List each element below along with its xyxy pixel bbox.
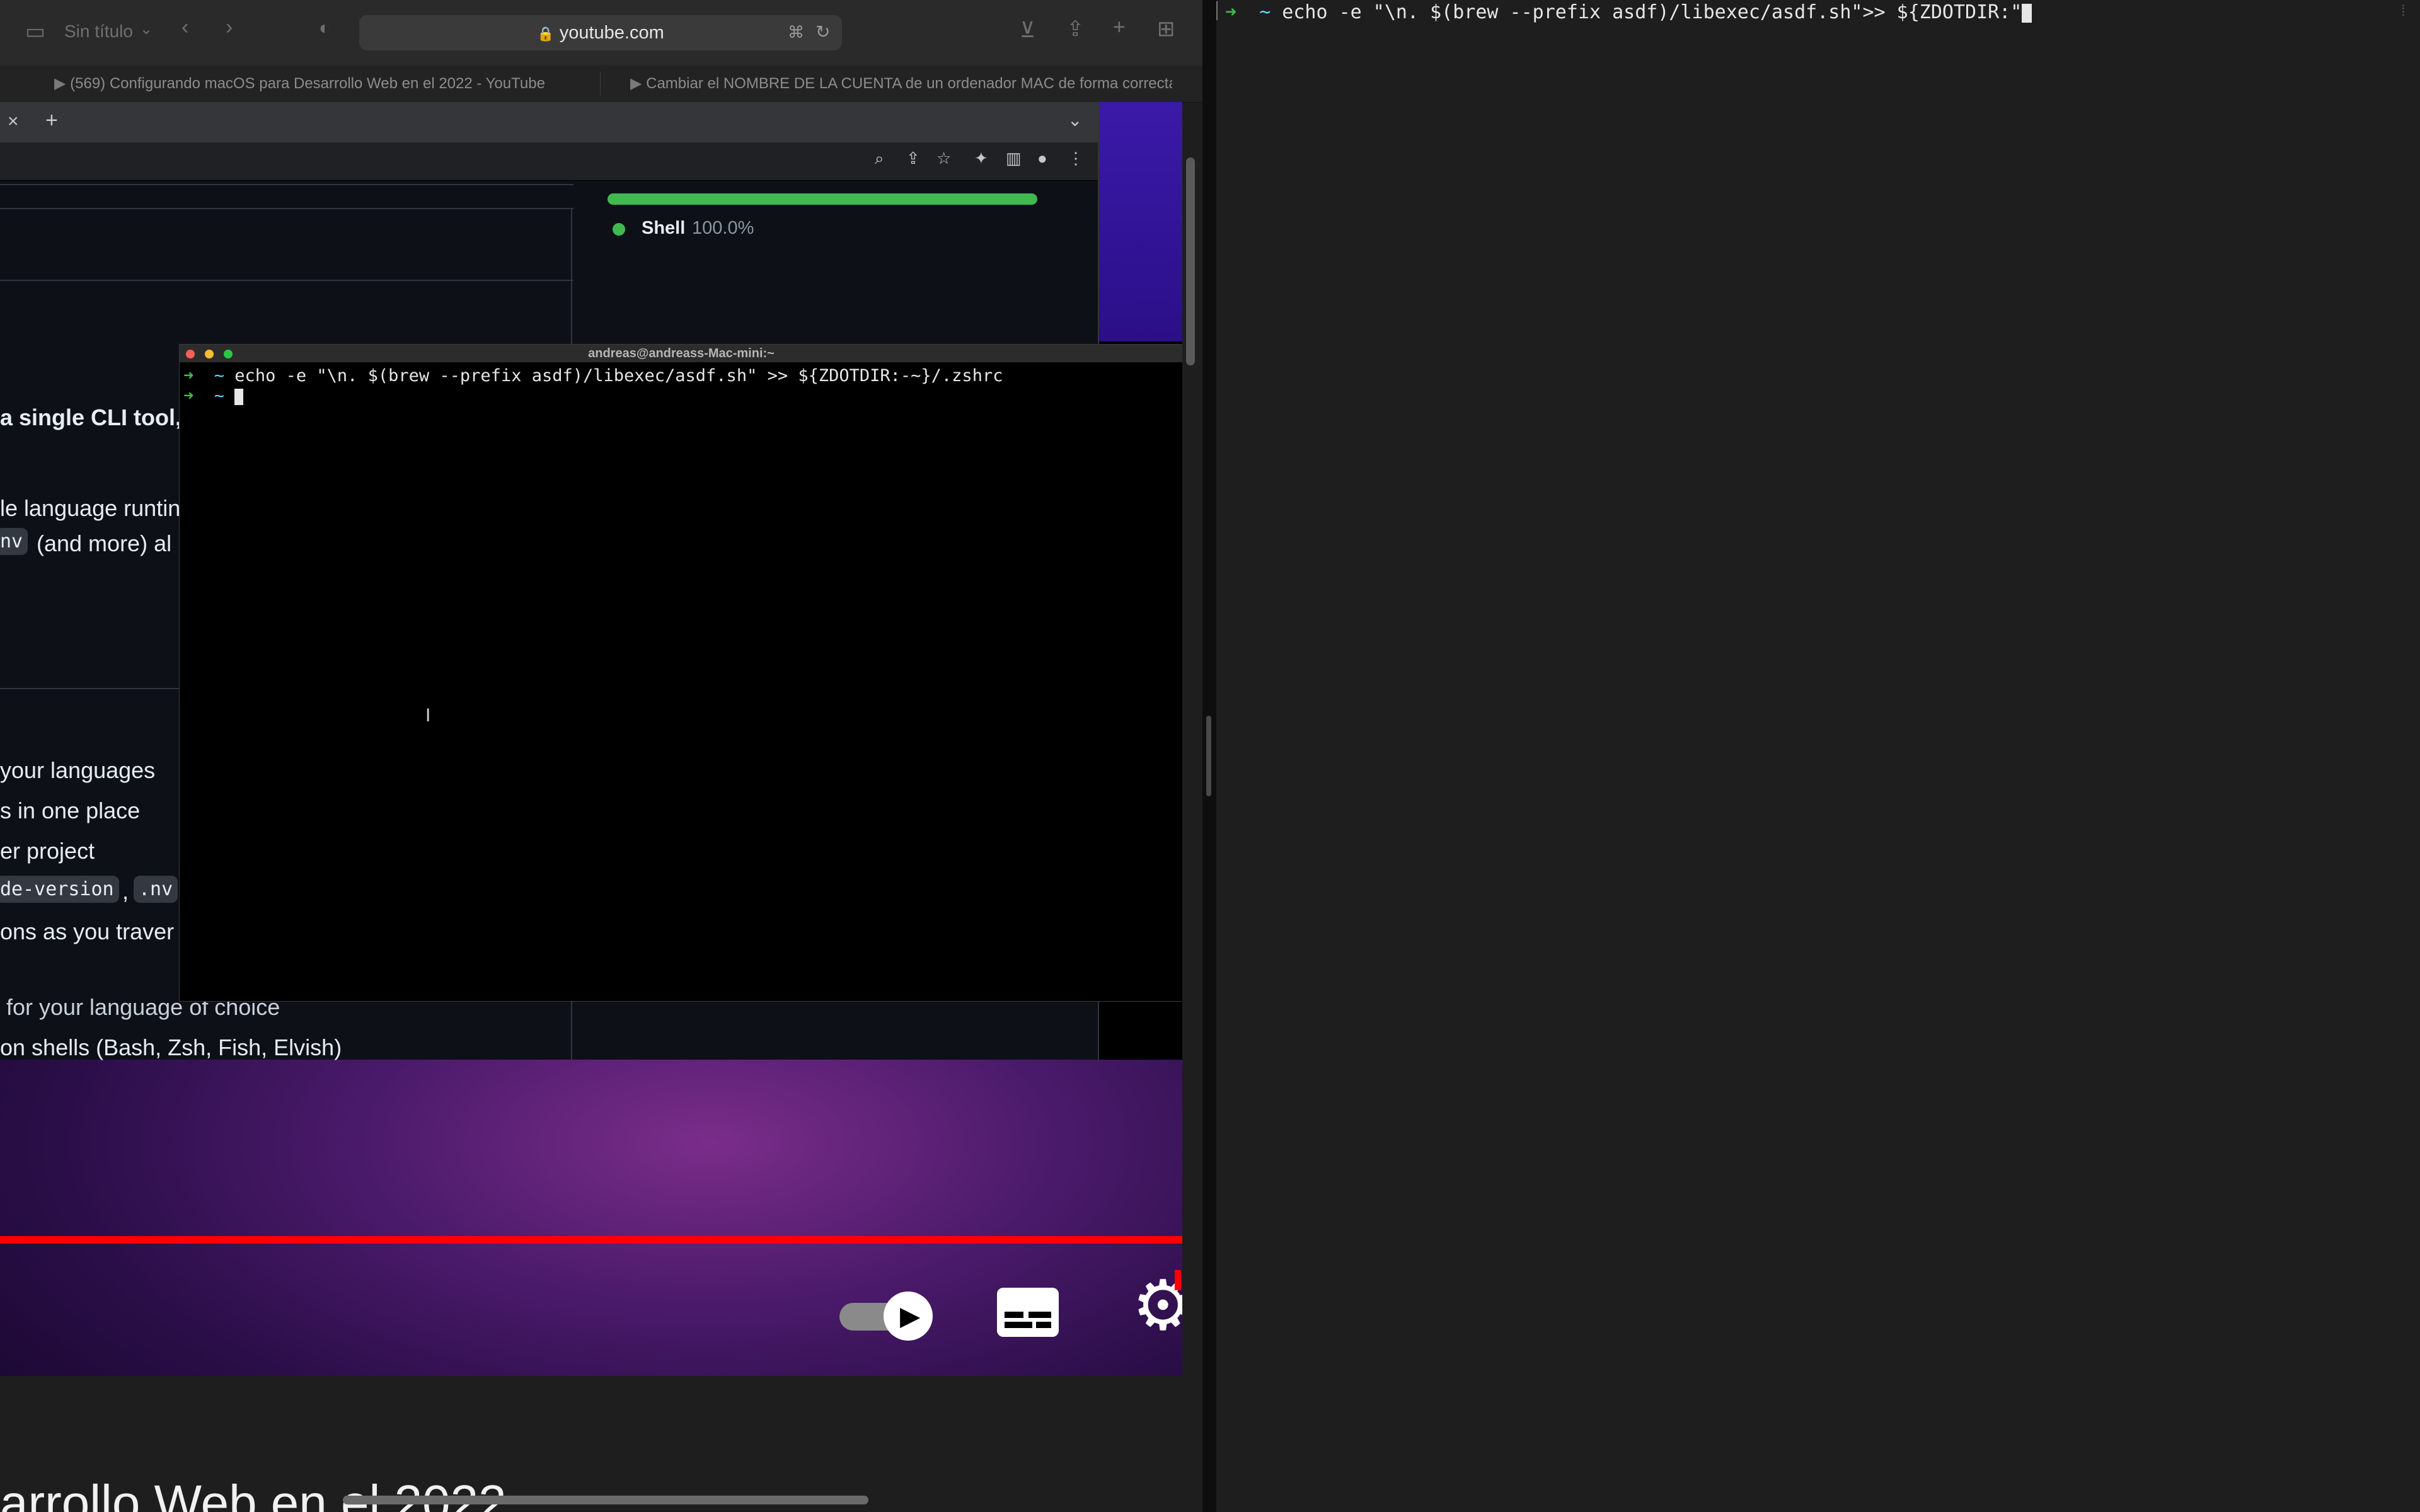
tab-cambiar-nombre[interactable]: ▶︎ Cambiar el NOMBRE DE LA CUENTA de un … [630, 66, 1172, 102]
terminal-line: ➜ ~ echo -e "\n. $(brew --prefix asdf)/l… [1225, 1, 2032, 23]
tab-divider [600, 72, 601, 96]
terminal-line: ➜ ~ echo -e "\n. $(brew --prefix asdf)/l… [183, 366, 1003, 386]
inline-code: de-version [0, 876, 119, 903]
terminal-titlebar: andreas@andreass-Mac-mini:~ [180, 345, 1182, 362]
shield-icon[interactable]: ◐ [319, 18, 330, 39]
chrome-toolbar: ⌕ ⇪ ☆ ✦ ▥ ● ⋮ [0, 142, 1098, 181]
divider [0, 184, 573, 185]
readme-text: er project [0, 838, 95, 864]
readme-text: s in one place [0, 798, 141, 823]
share-icon[interactable]: ⇪ [1066, 16, 1085, 42]
autoplay-toggle[interactable]: ▶ [839, 1292, 934, 1341]
caption-line [1036, 1322, 1051, 1328]
text-cursor [234, 388, 244, 405]
captions-button[interactable] [997, 1288, 1059, 1337]
safari-tab-bar: ▶︎ (569) Configurando macOS para Desarro… [0, 66, 1202, 103]
translate-icon[interactable]: ⌘ [788, 23, 804, 42]
chevron-down-icon[interactable]: ⌄ [1068, 110, 1082, 130]
language-dot [613, 223, 625, 236]
zoom-icon[interactable]: ⌕ [875, 149, 884, 169]
readme-text: ons as you traver [0, 919, 175, 944]
prompt-arrow: ➜ [1225, 1, 1237, 23]
video-favicon-icon: ▶︎ [54, 75, 71, 92]
prompt-arrow: ➜ [183, 366, 194, 386]
safari-toolbar: ▭ Sin título ⌄ ‹ › ◐ 🔒 youtube.com ⌘ ↻ ⊻… [0, 0, 1202, 66]
url-text: youtube.com [559, 23, 664, 43]
divider [0, 280, 573, 281]
back-icon[interactable]: ‹ [182, 15, 188, 40]
video-favicon-icon: ▶︎ [630, 75, 647, 92]
menu-icon[interactable]: ⋮ [1068, 149, 1084, 168]
readme-text: a single CLI tool, [0, 404, 182, 430]
close-tab-icon[interactable]: × [8, 111, 19, 132]
profile-icon[interactable]: ● [1037, 149, 1047, 168]
prompt-dir: ~ [214, 366, 225, 386]
split-handle[interactable] [1206, 716, 1211, 796]
command-text: echo -e "\n. $(brew --prefix asdf)/libex… [224, 366, 1003, 386]
inline-code: .nv [134, 876, 178, 903]
terminal-title: andreas@andreass-Mac-mini:~ [588, 346, 775, 360]
hd-badge [1175, 1270, 1181, 1290]
video-title: arrollo Web en el 2022 [0, 1475, 507, 1512]
readme-text: your languages [0, 757, 156, 783]
video-player[interactable]: × + ⌄ ⌕ ⇪ ☆ ✦ ▥ ● ⋮ Shell 100.0% a singl… [0, 102, 1182, 1376]
vertical-scrollbar[interactable] [1186, 158, 1195, 365]
command-text: echo -e "\n. $(brew --prefix asdf)/libex… [1270, 1, 2022, 23]
caption-line [1028, 1312, 1051, 1318]
forward-icon[interactable]: › [226, 15, 233, 40]
chrome-tab-strip: × + ⌄ [0, 102, 1098, 142]
share-icon[interactable]: ⇪ [906, 149, 920, 168]
prompt-arrow: ➜ [183, 386, 194, 406]
text-cursor [2022, 3, 2032, 23]
chevron-down-icon[interactable]: ⌄ [140, 20, 153, 38]
caption-line [1005, 1312, 1023, 1318]
extensions-icon[interactable]: ✦ [974, 149, 988, 168]
sidebar-toggle-icon[interactable]: ▭ [25, 19, 45, 44]
play-icon: ▶ [900, 1301, 921, 1331]
safari-window: ▭ Sin título ⌄ ‹ › ◐ 🔒 youtube.com ⌘ ↻ ⊻… [0, 0, 1202, 1512]
terminal-window[interactable]: andreas@andreass-Mac-mini:~ ➜ ~ echo -e … [179, 344, 1182, 1002]
prompt-dir: ~ [1259, 1, 1271, 23]
readme-text: (and more) al [37, 530, 172, 556]
language-percent: 100.0% [692, 218, 754, 238]
readme-text: on shells (Bash, Zsh, Fish, Elvish) [0, 1034, 342, 1060]
code-separator: , [122, 878, 129, 904]
lock-icon: 🔒 [537, 26, 555, 42]
terminal-pane[interactable]: ➜ ~ echo -e "\n. $(brew --prefix asdf)/l… [1216, 0, 2420, 1512]
inline-code: nv [0, 528, 28, 555]
readme-text: le language runtin [0, 495, 181, 521]
sidepanel-icon[interactable]: ▥ [1006, 149, 1022, 168]
terminal-line: ➜ ~ [183, 386, 244, 406]
prompt-dir: ~ [214, 386, 225, 406]
new-tab-icon[interactable]: + [1113, 15, 1126, 40]
video-progress-bar[interactable] [0, 1236, 1182, 1244]
language-progress-bar [608, 193, 1037, 205]
download-icon[interactable]: ⊻ [1020, 18, 1035, 43]
reload-icon[interactable]: ↻ [815, 21, 830, 42]
horizontal-scrollbar[interactable] [343, 1496, 868, 1504]
desktop-wallpaper-edge [1097, 102, 1182, 341]
ibeam-cursor-icon: I [425, 705, 431, 726]
tab-youtube-video[interactable]: ▶︎ (569) Configurando macOS para Desarro… [54, 66, 596, 102]
new-tab-icon[interactable]: + [45, 108, 58, 133]
star-icon[interactable]: ☆ [936, 149, 951, 168]
address-bar[interactable]: 🔒 youtube.com ⌘ ↻ [359, 15, 842, 50]
tab-group-label[interactable]: Sin título [64, 21, 133, 42]
tab-overview-icon[interactable]: ⊞ [1157, 16, 1175, 42]
divider [0, 208, 573, 209]
pane-marker: ⁞ [2401, 3, 2406, 20]
caption-line [1005, 1322, 1032, 1328]
language-name[interactable]: Shell [642, 218, 685, 239]
